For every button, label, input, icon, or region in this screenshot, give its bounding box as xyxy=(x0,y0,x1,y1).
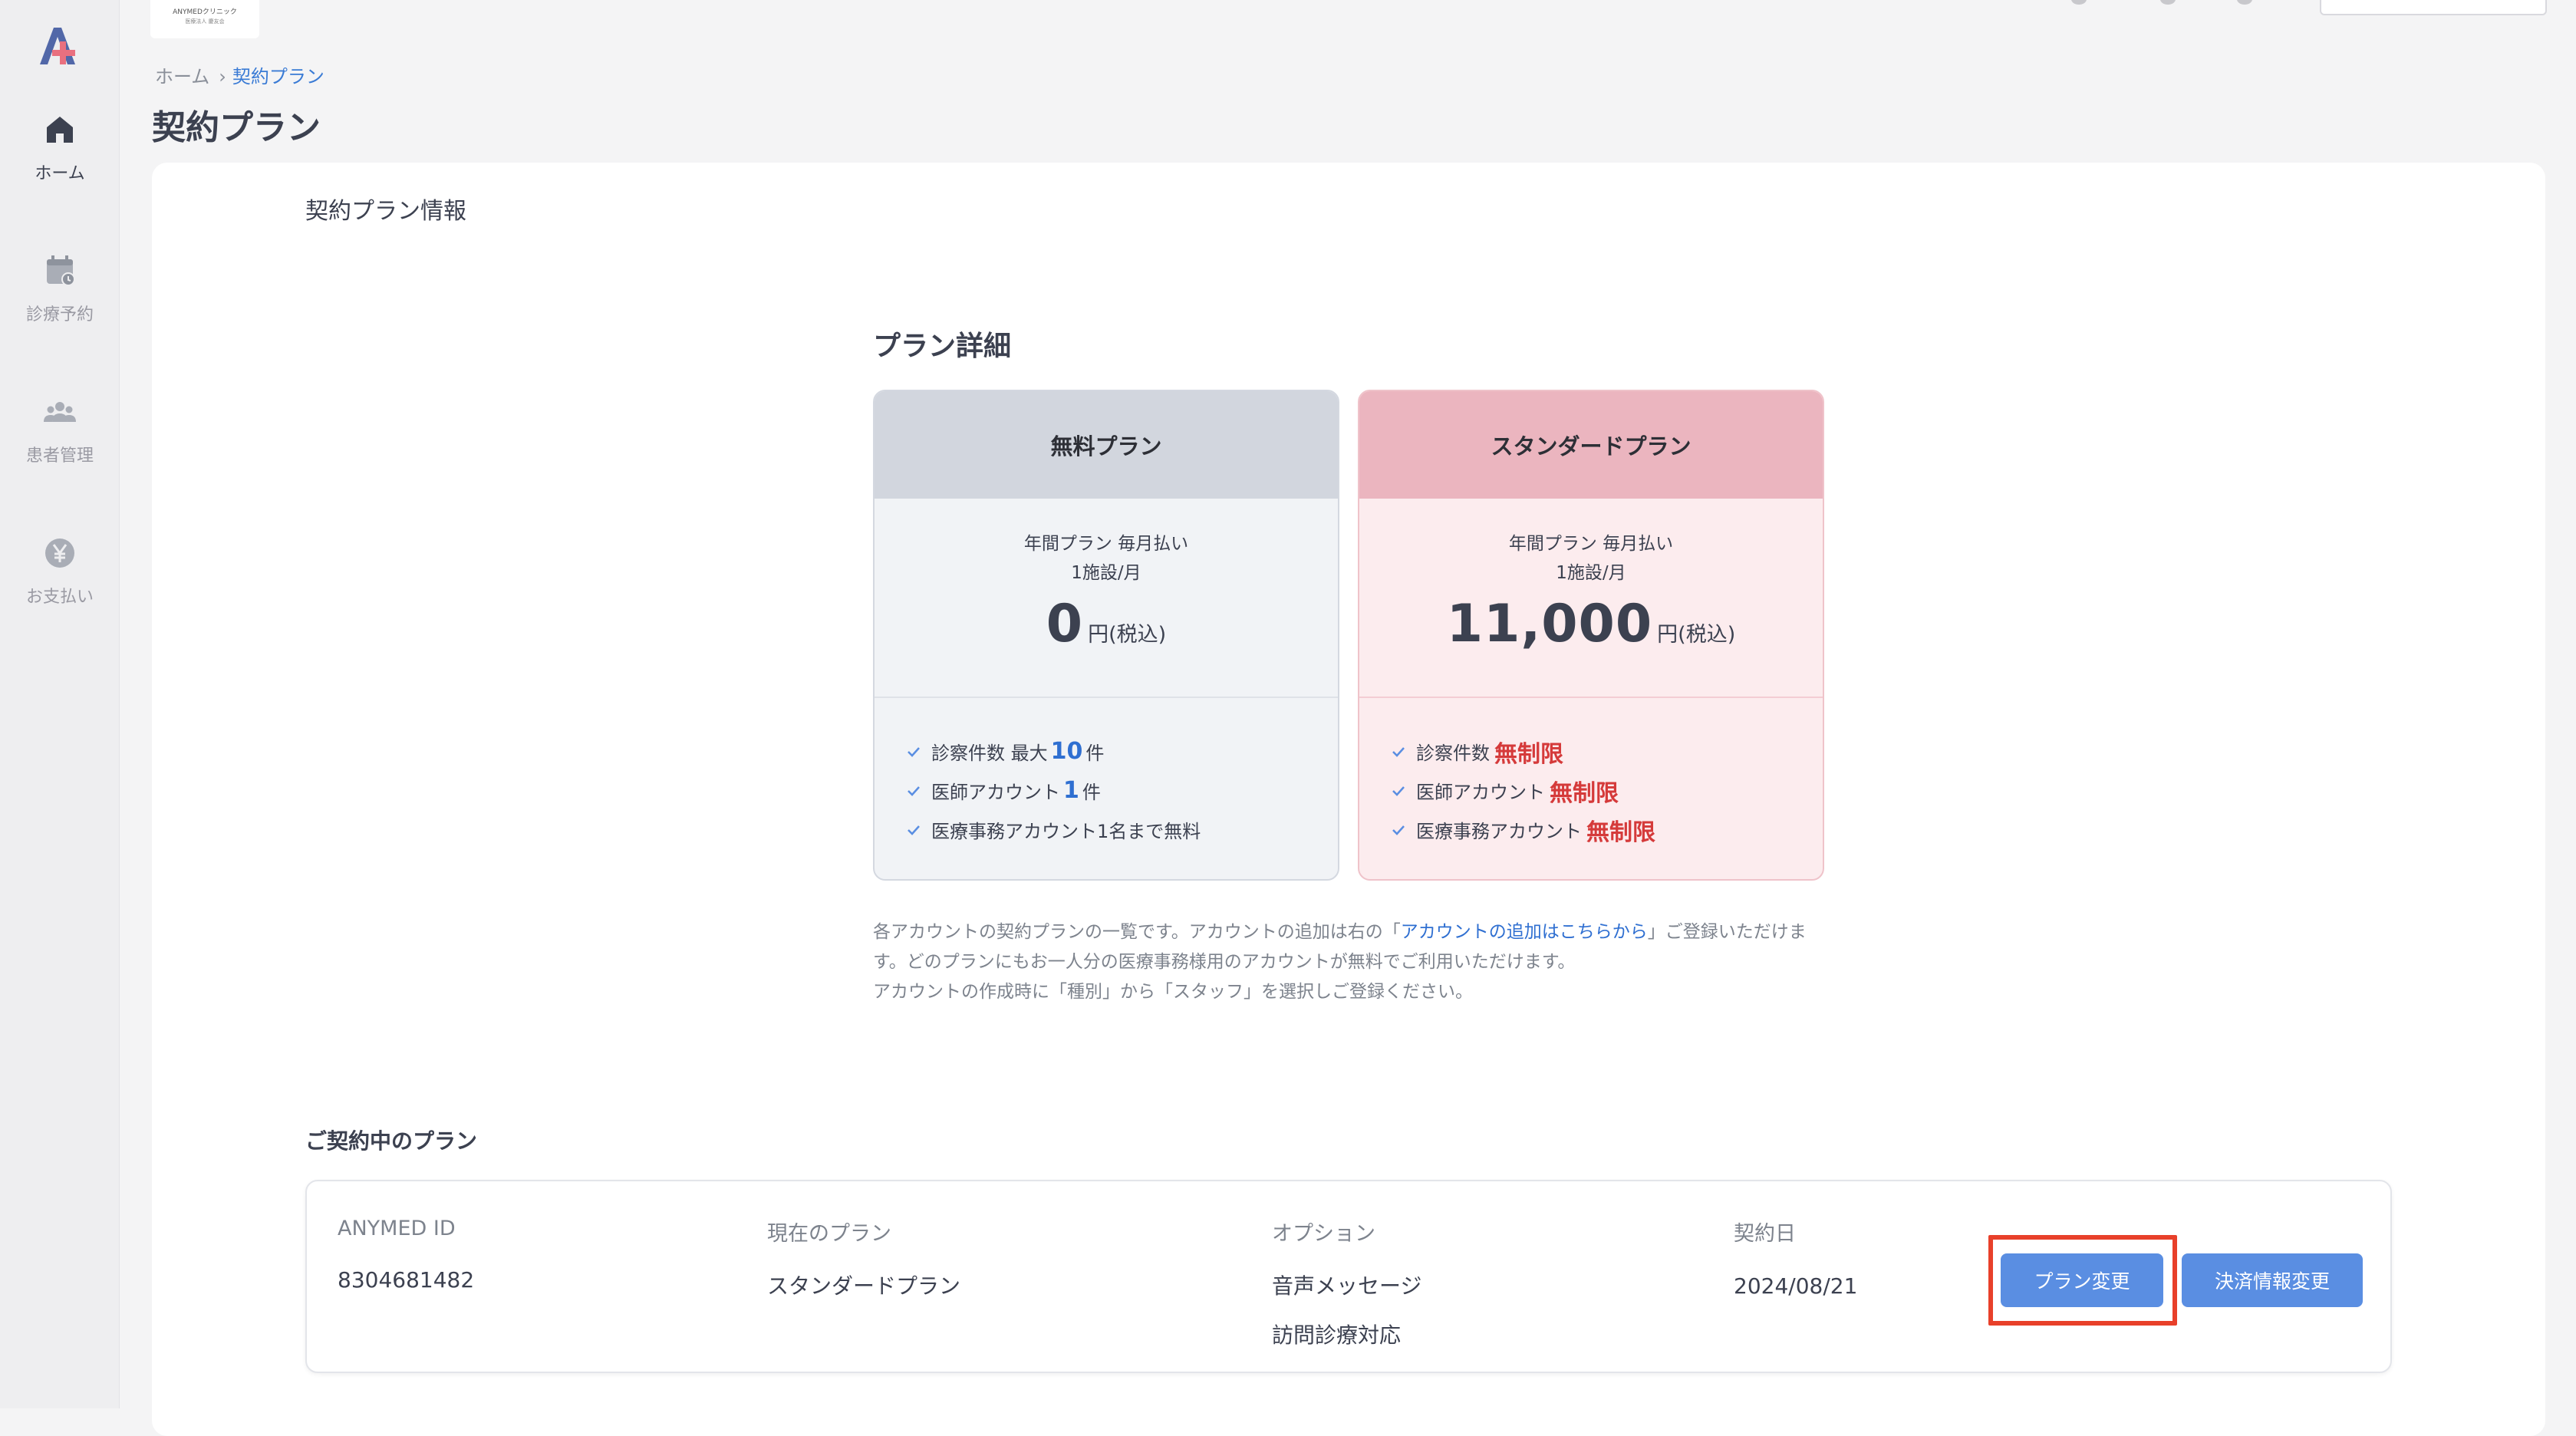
sidebar: ホーム 診療予約 患者管理 お支払い xyxy=(0,0,120,1408)
check-icon xyxy=(1392,825,1405,835)
options-list: 音声メッセージ 訪問診療対応 xyxy=(1272,1262,1421,1360)
price-amount: 11,000 xyxy=(1446,594,1653,654)
sidebar-item-label: お支払い xyxy=(25,588,94,607)
check-icon xyxy=(908,746,920,757)
price-unit: 円(税込) xyxy=(1088,623,1167,647)
clinic-name: ANYMEDクリニック xyxy=(173,8,237,16)
current-plan-label: 現在のプラン xyxy=(767,1222,891,1246)
plan-per: 1施設/月 xyxy=(1071,563,1141,583)
contract-date-label: 契約日 xyxy=(1734,1222,1796,1246)
breadcrumb-current: 契約プラン xyxy=(232,66,324,87)
add-account-link[interactable]: アカウントの追加はこちらから xyxy=(1401,922,1648,942)
help-icon[interactable] xyxy=(2071,0,2087,5)
plan-card-free: 無料プラン 年間プラン 毎月払い 1施設/月 0 円(税込) 診察件数 最大 10 件… xyxy=(873,390,1339,881)
feature-text: 診察件数 xyxy=(1416,743,1490,764)
anymed-id-label: ANYMED ID xyxy=(338,1217,456,1240)
feature-highlight: 無制限 xyxy=(1586,818,1655,846)
plan-price-block: 年間プラン 毎月払い 1施設/月 0 円(税込) xyxy=(875,499,1338,698)
plan-price: 0 円(税込) xyxy=(875,594,1338,654)
payment-info-change-button[interactable]: 決済情報変更 xyxy=(2182,1253,2363,1307)
notification-icon[interactable] xyxy=(2237,0,2252,5)
check-icon xyxy=(908,786,920,796)
plan-card-standard: スタンダードプラン 年間プラン 毎月払い 1施設/月 11,000 円(税込) 診… xyxy=(1358,390,1824,881)
feature-list: 診察件数 最大 10 件 医師アカウント 1 件 医療事務アカウント1名まで無料 xyxy=(875,698,1338,849)
breadcrumb-home[interactable]: ホーム xyxy=(155,66,209,87)
plan-name: 無料プラン xyxy=(875,391,1338,499)
contract-date-column: 契約日 2024/08/21 xyxy=(1734,1217,1857,1311)
plan-detail-title: プラン詳細 xyxy=(873,331,1012,362)
user-menu[interactable] xyxy=(2320,0,2547,15)
feature-text: 医師アカウント xyxy=(931,782,1060,803)
current-plan-column: 現在のプラン スタンダードプラン xyxy=(767,1217,960,1311)
list-item: 医療事務アカウント1名まで無料 xyxy=(905,810,1338,849)
option-item: 音声メッセージ xyxy=(1272,1273,1422,1299)
list-item: 医師アカウント 無制限 xyxy=(1390,771,1823,810)
current-plan-value: スタンダードプラン xyxy=(767,1273,961,1299)
anymed-id-column: ANYMED ID 8304681482 xyxy=(338,1217,474,1305)
yen-icon xyxy=(45,538,74,568)
current-plan-title: ご契約中のプラン xyxy=(305,1128,478,1154)
check-icon xyxy=(908,825,920,835)
feature-highlight: 無制限 xyxy=(1550,779,1619,807)
settings-icon[interactable] xyxy=(2160,0,2176,5)
sidebar-item-home[interactable]: ホーム xyxy=(0,110,120,184)
feature-text: 医師アカウント xyxy=(1416,782,1545,803)
check-icon xyxy=(1392,786,1405,796)
feature-list: 診察件数 無制限 医師アカウント 無制限 医療事務アカウント 無制限 xyxy=(1359,698,1823,849)
check-icon xyxy=(1392,746,1405,757)
contract-date-value: 2024/08/21 xyxy=(1734,1273,1858,1299)
sidebar-item-patients[interactable]: 患者管理 xyxy=(0,393,120,466)
calendar-icon xyxy=(47,255,75,286)
list-item: 医療事務アカウント 無制限 xyxy=(1390,810,1823,849)
sidebar-item-label: 診療予約 xyxy=(25,305,94,324)
sidebar-item-appointments[interactable]: 診療予約 xyxy=(0,252,120,325)
feature-suffix: 件 xyxy=(1085,743,1105,764)
feature-text: 医療事務アカウント xyxy=(1416,821,1582,842)
feature-highlight: 無制限 xyxy=(1494,740,1563,768)
feature-highlight: 1 xyxy=(1063,777,1079,804)
app-logo-icon[interactable] xyxy=(34,23,86,68)
plan-price: 11,000 円(税込) xyxy=(1359,594,1823,654)
section-title: 契約プラン情報 xyxy=(305,198,466,225)
list-item: 診察件数 無制限 xyxy=(1390,732,1823,771)
feature-suffix: 件 xyxy=(1082,782,1101,803)
options-column: オプション 音声メッセージ 訪問診療対応 xyxy=(1272,1217,1421,1360)
plan-price-block: 年間プラン 毎月払い 1施設/月 11,000 円(税込) xyxy=(1359,499,1823,698)
price-amount: 0 xyxy=(1046,594,1084,654)
plan-billing: 年間プラン 毎月払い xyxy=(1023,534,1189,554)
price-unit: 円(税込) xyxy=(1657,623,1736,647)
feature-highlight: 10 xyxy=(1050,738,1083,765)
clinic-logo: ANYMEDクリニック 医療法人 慶友会 xyxy=(150,0,259,38)
option-item: 訪問診療対応 xyxy=(1272,1322,1402,1348)
plan-notes: 各アカウントの契約プランの一覧です。アカウントの追加は右の「アカウントの追加はこ… xyxy=(873,917,1824,1007)
feature-text: 診察件数 最大 xyxy=(931,743,1048,764)
people-icon xyxy=(44,402,76,422)
breadcrumb-separator: › xyxy=(219,66,226,87)
page-title: 契約プラン xyxy=(152,108,321,147)
sidebar-item-label: ホーム xyxy=(35,164,85,183)
clinic-subtitle: 医療法人 慶友会 xyxy=(185,18,225,25)
plan-billing: 年間プラン 毎月払い xyxy=(1508,534,1674,554)
plan-change-button[interactable]: プラン変更 xyxy=(2001,1253,2163,1307)
plan-per: 1施設/月 xyxy=(1556,563,1626,583)
anymed-id-value: 8304681482 xyxy=(338,1267,475,1293)
current-plan-box: ANYMED ID 8304681482 現在のプラン スタンダードプラン オプ… xyxy=(305,1180,2392,1373)
feature-text: 医療事務アカウント1名まで無料 xyxy=(931,821,1201,842)
list-item: 医師アカウント 1 件 xyxy=(905,771,1338,810)
sidebar-item-payments[interactable]: お支払い xyxy=(0,534,120,608)
list-item: 診察件数 最大 10 件 xyxy=(905,732,1338,771)
options-label: オプション xyxy=(1272,1222,1375,1246)
notes-text: アカウントの作成時に「種別」から「スタッフ」を選択しご登録ください。 xyxy=(873,982,1473,1002)
breadcrumb: ホーム › 契約プラン xyxy=(155,61,324,88)
notes-text: 各アカウントの契約プランの一覧です。アカウントの追加は右の「 xyxy=(873,922,1401,942)
plan-name: スタンダードプラン xyxy=(1359,391,1823,499)
sidebar-item-label: 患者管理 xyxy=(25,446,94,466)
home-icon xyxy=(47,117,73,143)
